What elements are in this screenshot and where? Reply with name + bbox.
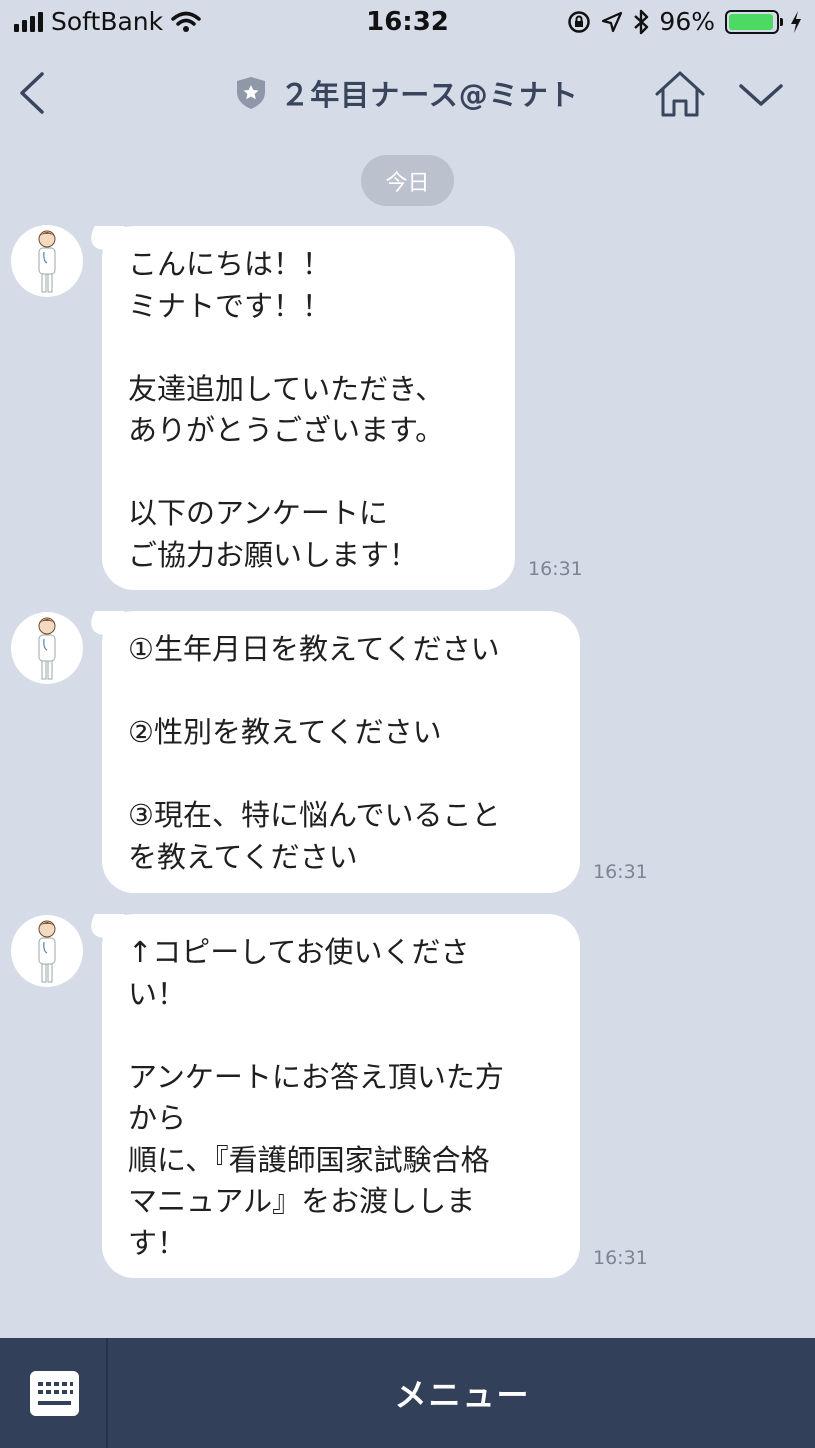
status-right: 96% [567,7,803,36]
message-bubble[interactable]: ↑コピーしてお使いくださ い！ アンケートにお答え頂いた方 から 順に、『看護師… [102,914,580,1278]
nurse-avatar-icon [38,230,56,293]
battery-percent: 96% [659,7,715,36]
avatar[interactable] [11,612,83,684]
nurse-avatar-icon [38,617,56,680]
keyboard-button[interactable] [0,1338,108,1448]
chat-header: ２年目ナース@ミナト [0,44,815,140]
chat-title: ２年目ナース@ミナト [280,78,579,112]
home-icon [655,71,705,117]
message-time: 16:31 [528,558,583,580]
message-time: 16:31 [593,861,648,883]
message-bubble[interactable]: ①生年月日を教えてください ②性別を教えてください ③現在、特に悩んでいること … [102,611,580,893]
dropdown-button[interactable] [737,76,785,112]
orientation-lock-icon [568,10,591,33]
location-icon [602,11,623,32]
nurse-avatar-icon [38,920,56,983]
date-separator: 今日 [361,155,454,206]
menu-button[interactable]: メニュー [110,1338,815,1448]
home-button[interactable] [654,70,706,118]
message-bubble[interactable]: こんにちは！！ ミナトです！！ 友達追加していただき、 ありがとうございます。 … [102,226,515,590]
battery-level [729,13,774,30]
chevron-down-icon [739,84,783,106]
avatar[interactable] [11,915,83,987]
bottom-menu-bar: メニュー [0,1338,815,1448]
charging-icon [791,10,801,33]
bluetooth-icon [634,9,649,34]
avatar[interactable] [11,225,83,297]
keyboard-icon [30,1371,79,1416]
shield-star-icon [237,77,266,109]
status-bar: SoftBank 16:32 96% [0,0,815,44]
message-time: 16:31 [593,1247,648,1269]
battery-icon [725,9,783,34]
